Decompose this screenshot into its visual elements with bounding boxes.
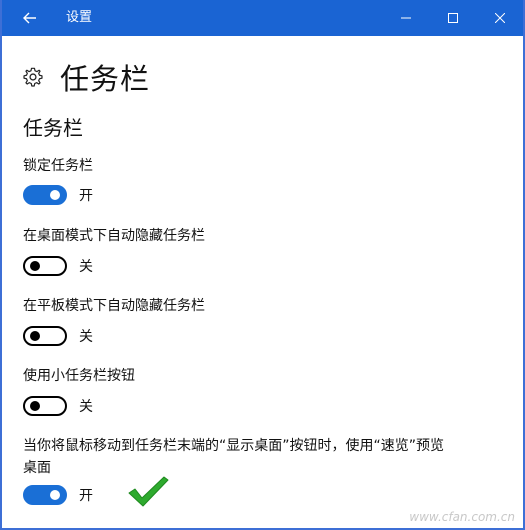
gear-icon [23, 67, 43, 87]
setting-label-lock-taskbar: 锁定任务栏 [23, 158, 93, 174]
toggle-knob [50, 190, 60, 200]
watermark: www.cfan.com.cn [409, 510, 515, 524]
page-header: 任务栏 [22, 57, 150, 97]
close-icon [495, 13, 505, 23]
back-arrow-icon [23, 12, 36, 24]
setting-row-autohide-desktop: 关 [23, 256, 93, 276]
window-title: 设置 [66, 10, 93, 25]
peek-toggle[interactable] [23, 485, 67, 505]
minimize-icon [401, 17, 411, 19]
setting-label-small-buttons: 使用小任务栏按钮 [23, 368, 135, 384]
green-checkmark-icon [128, 476, 169, 507]
page-title: 任务栏 [60, 62, 151, 96]
toggle-state-label: 开 [79, 488, 93, 504]
toggle-state-label: 关 [79, 329, 93, 345]
back-button[interactable] [2, 0, 58, 36]
title-bar: 设置 [2, 0, 523, 36]
section-title: 任务栏 [23, 116, 83, 140]
small-buttons-toggle[interactable] [23, 396, 67, 416]
toggle-knob [30, 331, 40, 341]
minimize-button[interactable] [383, 0, 429, 36]
toggle-knob [30, 401, 40, 411]
maximize-button[interactable] [430, 0, 476, 36]
toggle-state-label: 开 [79, 188, 93, 204]
toggle-state-label: 关 [79, 259, 93, 275]
toggle-state-label: 关 [79, 399, 93, 415]
setting-row-autohide-tablet: 关 [23, 326, 93, 346]
setting-label-autohide-desktop: 在桌面模式下自动隐藏任务栏 [23, 228, 205, 244]
autohide-tablet-toggle[interactable] [23, 326, 67, 346]
setting-row-peek: 开 [23, 485, 93, 505]
maximize-icon [448, 13, 458, 23]
toggle-knob [30, 261, 40, 271]
setting-label-autohide-tablet: 在平板模式下自动隐藏任务栏 [23, 298, 205, 314]
lock-taskbar-toggle[interactable] [23, 185, 67, 205]
toggle-knob [50, 490, 60, 500]
settings-window: 设置 任务栏 任务栏 锁定任务栏 开 在桌面模式下自动隐藏任务栏 关 在平板模式… [0, 0, 525, 530]
setting-row-small-buttons: 关 [23, 396, 93, 416]
setting-row-lock-taskbar: 开 [23, 185, 93, 205]
close-button[interactable] [477, 0, 523, 36]
autohide-desktop-toggle[interactable] [23, 256, 67, 276]
setting-label-peek: 当你将鼠标移动到任务栏末端的“显示桌面”按钮时，使用“速览”预览桌面 [23, 438, 445, 476]
